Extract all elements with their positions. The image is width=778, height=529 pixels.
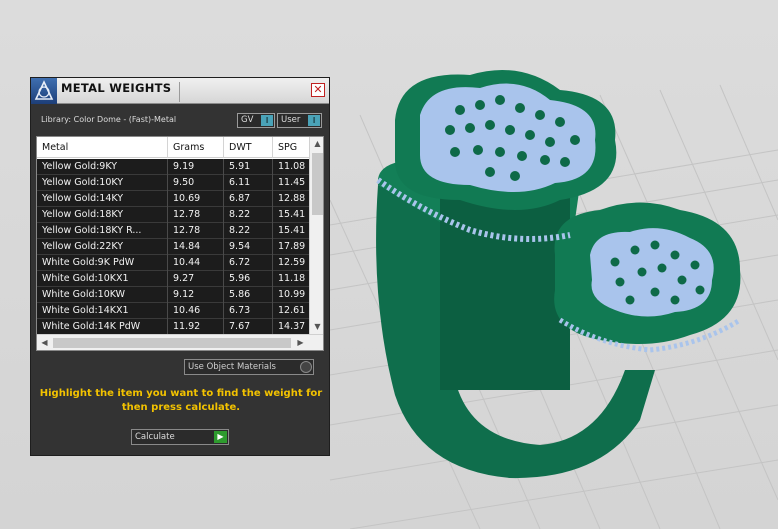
horizontal-scroll-thumb[interactable] (53, 338, 291, 348)
table-row[interactable]: Yellow Gold:10KY 9.50 6.11 11.45 (37, 175, 309, 191)
calculate-button[interactable]: Calculate ▶ (131, 429, 229, 445)
grams-cell: 9.12 (168, 287, 224, 303)
grams-cell: 9.27 (168, 271, 224, 287)
dwt-cell: 5.96 (224, 271, 273, 287)
grams-cell: 14.84 (168, 239, 224, 255)
radio-indicator-icon (300, 361, 312, 373)
calculate-label: Calculate (135, 432, 175, 442)
dwt-cell: 6.87 (224, 191, 273, 207)
table-row[interactable]: White Gold:9K PdW 10.44 6.72 12.59 (37, 255, 309, 271)
play-icon: ▶ (214, 431, 227, 443)
spg-cell: 17.89 (278, 241, 306, 252)
table-row[interactable]: Yellow Gold:14KY 10.69 6.87 12.88 (37, 191, 309, 207)
grams-cell: 12.78 (168, 207, 224, 223)
table-body: Yellow Gold:9KY 9.19 5.91 11.08 Yellow Gold… (37, 159, 309, 334)
dwt-cell: 7.67 (224, 319, 273, 334)
spg-cell: 10.99 (278, 289, 306, 300)
user-toggle-label: User (281, 115, 301, 125)
table-row[interactable]: Yellow Gold:18KY R... 12.78 8.22 15.41 (37, 223, 309, 239)
table-row[interactable]: White Gold:10KX1 9.27 5.96 11.18 (37, 271, 309, 287)
column-header-spg[interactable]: SPG (273, 137, 309, 158)
spg-cell: 15.41 (278, 209, 306, 220)
dwt-cell: 9.54 (224, 239, 273, 255)
dwt-cell: 6.73 (224, 303, 273, 319)
spg-cell: 11.45 (278, 177, 306, 188)
table-row[interactable]: Yellow Gold:22KY 14.84 9.54 17.89 (37, 239, 309, 255)
instruction-text: Highlight the item you want to find the … (39, 388, 323, 413)
close-button[interactable]: ✕ (311, 83, 325, 97)
spg-cell: 12.59 (278, 257, 306, 268)
user-toggle-switch-icon: I (308, 115, 320, 126)
table-row[interactable]: White Gold:14KX1 10.46 6.73 12.61 (37, 303, 309, 319)
metal-cell: Yellow Gold:10KY (37, 175, 168, 191)
scroll-up-icon[interactable]: ▲ (310, 137, 323, 151)
gv-toggle-label: GV (241, 115, 254, 125)
dwt-cell: 5.86 (224, 287, 273, 303)
grams-cell: 9.50 (168, 175, 224, 191)
grams-cell: 11.92 (168, 319, 224, 334)
table-header: Metal Grams DWT SPG (37, 137, 309, 158)
spg-cell: 15.41 (278, 225, 306, 236)
dwt-cell: 5.91 (224, 159, 273, 175)
spg-cell: 14.37 (278, 321, 306, 332)
metal-cell: White Gold:14K PdW (37, 319, 168, 334)
metal-weights-table[interactable]: Metal Grams DWT SPG Yellow Gold:9KY 9.19 5… (36, 136, 324, 351)
dwt-cell: 6.11 (224, 175, 273, 191)
grams-cell: 12.78 (168, 223, 224, 239)
panel-titlebar[interactable]: METAL WEIGHTS ✕ (31, 78, 329, 104)
scroll-down-icon[interactable]: ▼ (310, 320, 323, 334)
table-row[interactable]: Yellow Gold:18KY 12.78 8.22 15.41 (37, 207, 309, 223)
gv-toggle-switch-icon: I (261, 115, 273, 126)
metal-cell: Yellow Gold:14KY (37, 191, 168, 207)
vertical-scrollbar[interactable]: ▲ ▼ (309, 137, 323, 334)
scroll-right-icon[interactable]: ▶ (293, 336, 308, 350)
grams-cell: 10.46 (168, 303, 224, 319)
panel-title: METAL WEIGHTS (61, 81, 172, 95)
grams-cell: 10.44 (168, 255, 224, 271)
library-label: Library: Color Dome - (Fast)-Metal (41, 115, 177, 124)
use-object-materials-toggle[interactable]: Use Object Materials (184, 359, 314, 375)
table-row[interactable]: Yellow Gold:9KY 9.19 5.91 11.08 (37, 159, 309, 175)
metal-cell: White Gold:10KX1 (37, 271, 168, 287)
column-header-grams[interactable]: Grams (168, 137, 224, 158)
metal-cell: White Gold:9K PdW (37, 255, 168, 271)
metal-cell: White Gold:14KX1 (37, 303, 168, 319)
scroll-left-icon[interactable]: ◀ (37, 336, 52, 350)
metal-weights-panel: METAL WEIGHTS ✕ Library: Color Dome - (F… (30, 77, 330, 456)
metal-cell: Yellow Gold:18KY R... (37, 223, 168, 239)
dwt-cell: 8.22 (224, 223, 273, 239)
metal-cell: Yellow Gold:18KY (37, 207, 168, 223)
vertical-scroll-thumb[interactable] (312, 153, 323, 215)
titlebar-divider (179, 82, 180, 102)
metal-cell: Yellow Gold:9KY (37, 159, 168, 175)
spg-cell: 12.61 (278, 305, 306, 316)
ring-model (376, 70, 742, 479)
spg-cell: 11.08 (278, 161, 306, 172)
app-logo-icon (31, 78, 57, 104)
gv-toggle[interactable]: GV I (237, 113, 275, 128)
dwt-cell: 8.22 (224, 207, 273, 223)
table-row[interactable]: White Gold:10KW 9.12 5.86 10.99 (37, 287, 309, 303)
table-row[interactable]: White Gold:14K PdW 11.92 7.67 14.37 (37, 319, 309, 334)
grams-cell: 9.19 (168, 159, 224, 175)
metal-cell: Yellow Gold:22KY (37, 239, 168, 255)
column-header-dwt[interactable]: DWT (224, 137, 273, 158)
use-object-materials-label: Use Object Materials (188, 362, 276, 372)
horizontal-scrollbar[interactable]: ◀ ▶ (37, 334, 323, 350)
grams-cell: 10.69 (168, 191, 224, 207)
spg-cell: 11.18 (278, 273, 306, 284)
spg-cell: 12.88 (278, 193, 306, 204)
dwt-cell: 6.72 (224, 255, 273, 271)
column-header-metal[interactable]: Metal (37, 137, 168, 158)
user-toggle[interactable]: User I (277, 113, 322, 128)
metal-cell: White Gold:10KW (37, 287, 168, 303)
